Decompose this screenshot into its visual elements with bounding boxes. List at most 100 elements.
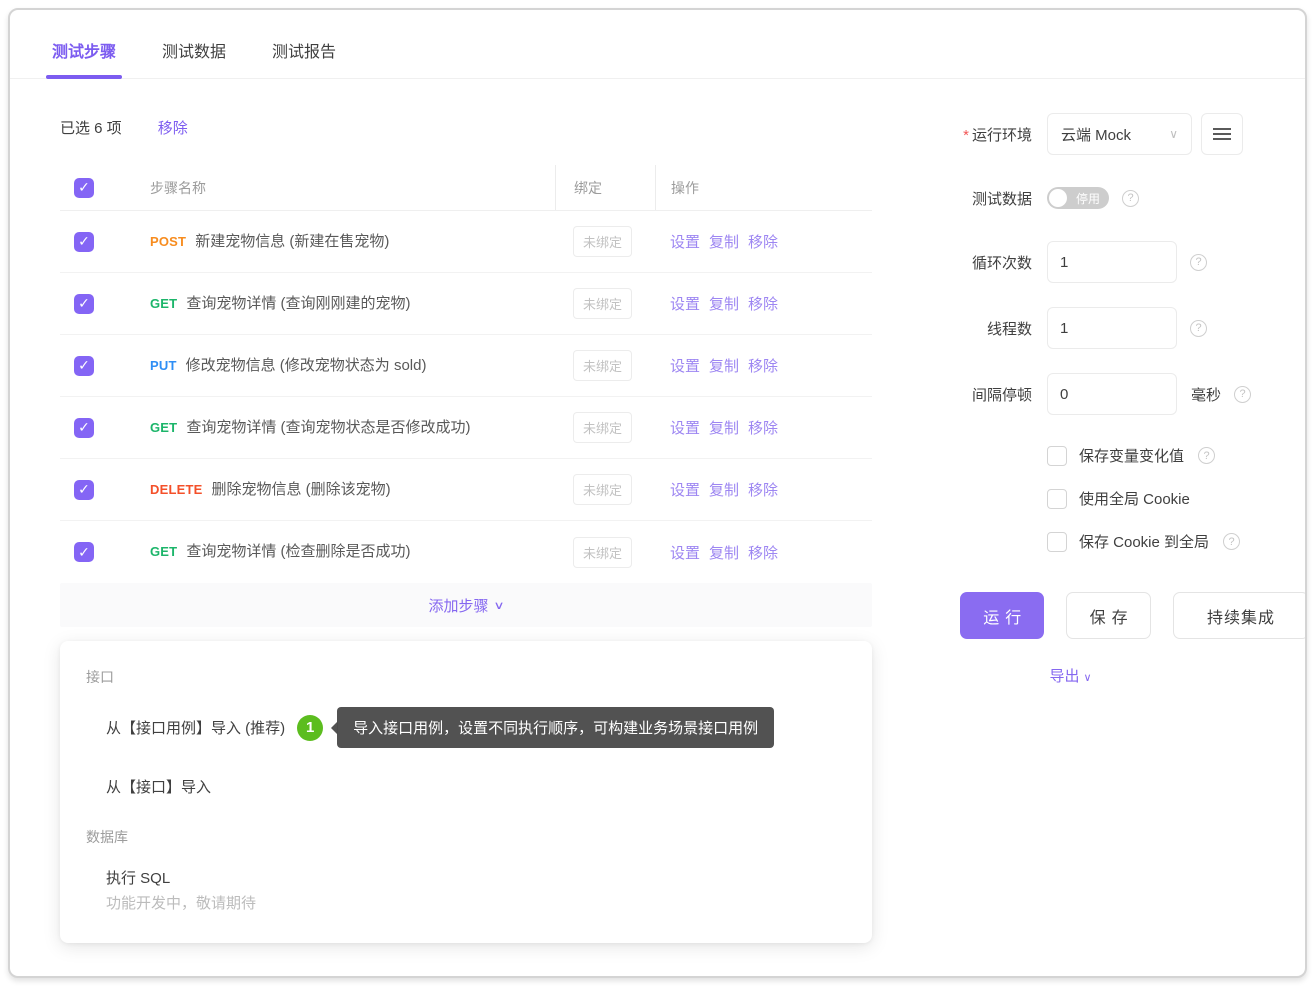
help-icon[interactable]: ?	[1122, 190, 1139, 207]
add-step-button[interactable]: 添加步骤 ∨	[60, 583, 872, 627]
thread-count-label: 线程数	[937, 318, 1032, 339]
help-icon[interactable]: ?	[1190, 320, 1207, 337]
action-remove[interactable]: 移除	[748, 542, 778, 563]
interval-input[interactable]	[1047, 373, 1177, 415]
header-step-name: 步骤名称	[150, 178, 555, 198]
action-set[interactable]: 设置	[670, 231, 700, 252]
binding-badge: 未绑定	[573, 226, 632, 257]
global-cookie-checkbox[interactable]	[1047, 489, 1067, 509]
table-row: ✓ DELETE 删除宠物信息 (删除该宠物) 未绑定 设置复制移除	[60, 459, 872, 521]
toggle-label: 停用	[1076, 190, 1100, 207]
method-label: POST	[150, 234, 186, 249]
row-checkbox[interactable]: ✓	[74, 356, 94, 376]
row-checkbox[interactable]: ✓	[74, 294, 94, 314]
env-manage-button[interactable]	[1201, 113, 1243, 155]
action-copy[interactable]: 复制	[709, 293, 739, 314]
menu-item-run-sql[interactable]: 执行 SQL	[60, 853, 872, 890]
binding-badge: 未绑定	[573, 412, 632, 443]
help-icon[interactable]: ?	[1234, 386, 1251, 403]
tab-test-steps[interactable]: 测试步骤	[52, 38, 116, 78]
env-select[interactable]: 云端 Mock ∨	[1047, 113, 1192, 155]
global-cookie-option: 使用全局 Cookie	[1047, 488, 1307, 509]
method-label: GET	[150, 544, 177, 559]
action-copy[interactable]: 复制	[709, 417, 739, 438]
step-name: 新建宠物信息 (新建在售宠物)	[195, 233, 389, 250]
action-set[interactable]: 设置	[670, 542, 700, 563]
ci-button[interactable]: 持续集成	[1173, 592, 1307, 639]
chevron-down-icon: ∨	[1083, 672, 1091, 684]
save-button[interactable]: 保存	[1066, 592, 1150, 639]
binding-badge: 未绑定	[573, 474, 632, 505]
binding-badge: 未绑定	[573, 288, 632, 319]
table-row: ✓ GET查询宠物详情 (查询刚刚建的宠物) 未绑定 设置复制移除	[60, 273, 872, 335]
menu-group-api: 接口	[60, 661, 872, 693]
checkbox-label: 保存变量变化值	[1079, 445, 1184, 466]
tab-test-data[interactable]: 测试数据	[162, 38, 226, 78]
test-data-toggle[interactable]: 停用	[1047, 187, 1109, 209]
export-link[interactable]: 导出 ∨	[937, 665, 1307, 686]
row-checkbox[interactable]: ✓	[74, 418, 94, 438]
table-row: ✓ GET查询宠物详情 (检查删除是否成功) 未绑定 设置复制移除	[60, 521, 872, 583]
test-data-label: 测试数据	[937, 188, 1032, 209]
loop-count-input[interactable]	[1047, 241, 1177, 283]
menu-icon	[1213, 133, 1231, 135]
thread-count-input[interactable]	[1047, 307, 1177, 349]
save-variable-checkbox[interactable]	[1047, 446, 1067, 466]
interval-label: 间隔停顿	[937, 384, 1032, 405]
tab-test-report[interactable]: 测试报告	[272, 38, 336, 78]
loop-count-label: 循环次数	[937, 252, 1032, 273]
help-icon[interactable]: ?	[1223, 533, 1240, 550]
toggle-knob	[1049, 189, 1067, 207]
method-label: DELETE	[150, 482, 202, 497]
table-row: ✓ POST 新建宠物信息 (新建在售宠物) 未绑定 设置复制移除	[60, 211, 872, 273]
help-icon[interactable]: ?	[1190, 254, 1207, 271]
menu-item-import-case[interactable]: 从【接口用例】导入 (推荐) 1 导入接口用例，设置不同执行顺序，可构建业务场景…	[60, 693, 872, 762]
step-name: 删除宠物信息 (删除该宠物)	[211, 481, 390, 498]
row-checkbox[interactable]: ✓	[74, 542, 94, 562]
help-icon[interactable]: ?	[1198, 447, 1215, 464]
select-all-checkbox[interactable]: ✓	[74, 178, 94, 198]
action-copy[interactable]: 复制	[709, 231, 739, 252]
action-set[interactable]: 设置	[670, 417, 700, 438]
run-settings-panel: *运行环境 云端 Mock ∨ 测试数据 停用 ? 循环次数 ?	[937, 79, 1307, 686]
step-number-badge: 1	[297, 715, 323, 741]
steps-panel: 已选 6 项 移除 ✓ 步骤名称 绑定 操作 ✓ POST 新建宠物信息 (新建在…	[60, 79, 872, 943]
import-case-tooltip: 导入接口用例，设置不同执行顺序，可构建业务场景接口用例	[337, 707, 774, 748]
row-checkbox[interactable]: ✓	[74, 480, 94, 500]
menu-item-label: 从【接口】导入	[106, 776, 211, 797]
save-cookie-checkbox[interactable]	[1047, 532, 1067, 552]
action-copy[interactable]: 复制	[709, 542, 739, 563]
action-remove[interactable]: 移除	[748, 479, 778, 500]
action-copy[interactable]: 复制	[709, 479, 739, 500]
export-label: 导出	[1049, 668, 1079, 685]
action-copy[interactable]: 复制	[709, 355, 739, 376]
action-remove[interactable]: 移除	[748, 355, 778, 376]
menu-item-label: 执行 SQL	[106, 867, 170, 888]
row-checkbox[interactable]: ✓	[74, 232, 94, 252]
step-name: 查询宠物详情 (检查删除是否成功)	[186, 543, 410, 560]
action-remove[interactable]: 移除	[748, 293, 778, 314]
interval-unit: 毫秒	[1191, 384, 1221, 405]
action-set[interactable]: 设置	[670, 355, 700, 376]
binding-badge: 未绑定	[573, 350, 632, 381]
menu-group-database: 数据库	[60, 821, 872, 853]
header-binding: 绑定	[555, 165, 655, 210]
save-cookie-option: 保存 Cookie 到全局 ?	[1047, 531, 1307, 552]
action-set[interactable]: 设置	[670, 479, 700, 500]
menu-item-label: 从【接口用例】导入 (推荐)	[106, 717, 285, 738]
menu-item-import-api[interactable]: 从【接口】导入	[60, 762, 872, 811]
selected-count: 已选 6 项	[60, 117, 122, 138]
table-header: ✓ 步骤名称 绑定 操作	[60, 165, 872, 211]
menu-item-subtitle: 功能开发中，敬请期待	[60, 890, 872, 919]
env-label: *运行环境	[937, 124, 1032, 145]
add-step-label: 添加步骤	[428, 595, 488, 616]
action-set[interactable]: 设置	[670, 293, 700, 314]
action-remove[interactable]: 移除	[748, 417, 778, 438]
method-label: GET	[150, 296, 177, 311]
add-step-menu: 接口 从【接口用例】导入 (推荐) 1 导入接口用例，设置不同执行顺序，可构建业…	[60, 641, 872, 943]
run-button[interactable]: 运行	[960, 592, 1044, 639]
steps-table: ✓ 步骤名称 绑定 操作 ✓ POST 新建宠物信息 (新建在售宠物) 未绑定 设…	[60, 165, 872, 583]
remove-selected-link[interactable]: 移除	[158, 117, 188, 138]
method-label: PUT	[150, 358, 177, 373]
action-remove[interactable]: 移除	[748, 231, 778, 252]
